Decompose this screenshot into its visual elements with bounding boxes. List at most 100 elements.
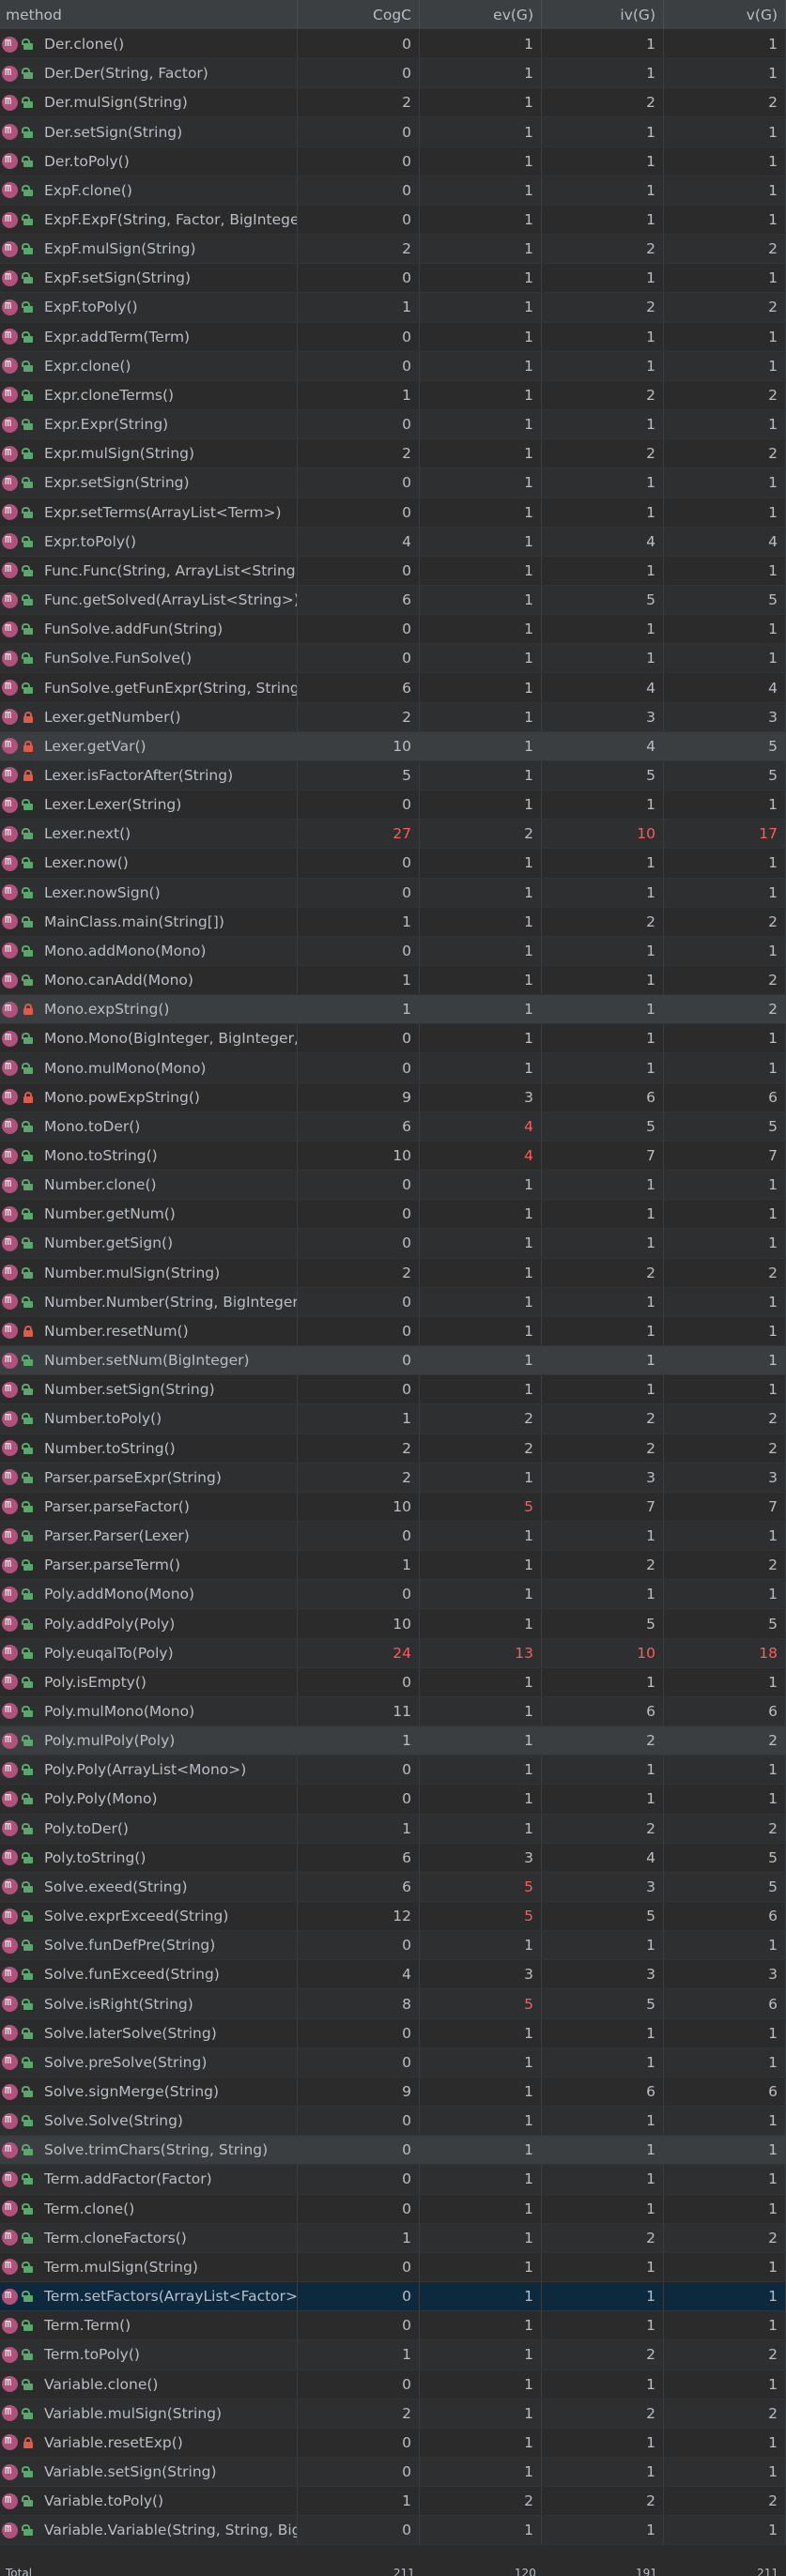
table-row[interactable]: Poly.addPoly(Poly)10155	[0, 1609, 786, 1639]
table-row[interactable]: Solve.Solve(String)0111	[0, 2107, 786, 2137]
table-row[interactable]: Solve.signMerge(String)9166	[0, 2077, 786, 2108]
table-row[interactable]: Expr.mulSign(String)2122	[0, 439, 786, 469]
table-row[interactable]: Term.Term()0111	[0, 2311, 786, 2341]
table-row[interactable]: Lexer.next() 2721017	[0, 820, 786, 850]
method-name: Parser.parseExpr(String)	[44, 1468, 222, 1486]
table-row[interactable]: Poly.toString() 6345	[0, 1843, 786, 1873]
table-row[interactable]: Expr.toPoly()4144	[0, 527, 786, 557]
table-row[interactable]: Lexer.isFactorAfter(String)5155	[0, 760, 786, 791]
table-row[interactable]: Der.Der(String, Factor)0111	[0, 59, 786, 89]
table-row[interactable]: Number.setNum(BigInteger)0111	[0, 1346, 786, 1376]
table-row[interactable]: Parser.parseFactor()10577	[0, 1492, 786, 1522]
table-row[interactable]: Expr.clone()0111	[0, 351, 786, 381]
table-row[interactable]: Parser.Parser(Lexer)0111	[0, 1521, 786, 1552]
table-row[interactable]: Mono.powExpString()9366	[0, 1082, 786, 1112]
table-row[interactable]: Func.Func(String, ArrayList<String>)0111	[0, 556, 786, 586]
table-row[interactable]: Parser.parseExpr(String)2133	[0, 1463, 786, 1493]
table-row[interactable]: Variable.clone()0111	[0, 2369, 786, 2400]
table-row[interactable]: ExpF.ExpF(String, Factor, BigInteger)011…	[0, 205, 786, 236]
table-row[interactable]: Solve.exeed(String)6535	[0, 1872, 786, 1902]
method-icon	[2, 679, 18, 697]
table-row[interactable]: Solve.funExceed(String)4333	[0, 1960, 786, 1990]
table-row[interactable]: Number.getNum()0111	[0, 1200, 786, 1230]
table-row[interactable]: FunSolve.getFunExpr(String, String)6144	[0, 673, 786, 703]
table-row[interactable]: Expr.setTerms(ArrayList<Term>)0111	[0, 498, 786, 528]
table-row[interactable]: Number.toString()2222	[0, 1434, 786, 1464]
table-row[interactable]: Number.toPoly()1222	[0, 1404, 786, 1434]
table-row[interactable]: Term.mulSign(String)0111	[0, 2252, 786, 2283]
table-row[interactable]: Mono.toDer()6455	[0, 1112, 786, 1142]
table-row[interactable]: Poly.isEmpty()0111	[0, 1667, 786, 1697]
table-row[interactable]: Number.clone()0111	[0, 1171, 786, 1201]
table-row[interactable]: Lexer.getNumber()2133	[0, 702, 786, 732]
header-evg[interactable]: ev(G)	[420, 0, 542, 29]
header-method[interactable]: method	[0, 0, 298, 29]
table-row[interactable]: Number.resetNum()0111	[0, 1316, 786, 1347]
table-row[interactable]: Term.addFactor(Factor)0111	[0, 2165, 786, 2195]
table-row[interactable]: Der.clone()0111	[0, 30, 786, 60]
table-row[interactable]: Variable.setSign(String)0111	[0, 2457, 786, 2488]
method-name: Lexer.isFactorAfter(String)	[44, 766, 234, 784]
table-row[interactable]: ExpF.clone()0111	[0, 176, 786, 206]
table-row[interactable]: Der.mulSign(String)2122	[0, 88, 786, 118]
table-row[interactable]: Mono.expString()1112	[0, 995, 786, 1025]
table-row[interactable]: Poly.euqalTo(Poly) 24131018	[0, 1638, 786, 1668]
cogc-cell: 1	[298, 2487, 420, 2516]
table-row[interactable]: Poly.Poly(ArrayList<Mono>)0111	[0, 1756, 786, 1786]
table-row[interactable]: Mono.canAdd(Mono)1112	[0, 966, 786, 996]
header-vg[interactable]: v(G)	[664, 0, 786, 29]
ivg-cell: 1	[542, 1580, 664, 1609]
table-row[interactable]: Poly.mulMono(Mono)11166	[0, 1696, 786, 1727]
table-row[interactable]: Variable.Variable(String, String, BigInt…	[0, 2516, 786, 2546]
table-row[interactable]: ExpF.toPoly()1122	[0, 293, 786, 323]
table-row[interactable]: Variable.toPoly()1222	[0, 2487, 786, 2517]
table-row[interactable]: Solve.isRight(String)8556	[0, 1989, 786, 2019]
table-row[interactable]: Solve.laterSolve(String)0111	[0, 2018, 786, 2048]
table-row[interactable]: FunSolve.FunSolve()0111	[0, 644, 786, 674]
table-row[interactable]: Variable.mulSign(String)2122	[0, 2399, 786, 2429]
table-row[interactable]: Lexer.now()0111	[0, 849, 786, 879]
table-row[interactable]: Number.getSign()0111	[0, 1229, 786, 1259]
table-row[interactable]: Poly.mulPoly(Poly)1122	[0, 1726, 786, 1756]
table-row[interactable]: Der.toPoly()0111	[0, 146, 786, 176]
evg-cell: 1	[420, 702, 542, 731]
table-row[interactable]: ExpF.setSign(String)0111	[0, 264, 786, 294]
table-row[interactable]: Parser.parseTerm()1122	[0, 1551, 786, 1581]
table-row[interactable]: Variable.resetExp()0111	[0, 2428, 786, 2458]
table-row[interactable]: Term.clone()0111	[0, 2194, 786, 2224]
header-cogc[interactable]: CogC	[298, 0, 420, 29]
table-row[interactable]: Expr.addTerm(Term)0111	[0, 322, 786, 352]
table-row[interactable]: Lexer.Lexer(String)0111	[0, 790, 786, 820]
table-row[interactable]: Lexer.getVar() 10145	[0, 731, 786, 761]
table-row[interactable]: Lexer.nowSign()0111	[0, 878, 786, 908]
table-row[interactable]: Der.setSign(String)0111	[0, 117, 786, 147]
table-row[interactable]: Term.toPoly()1122	[0, 2340, 786, 2370]
table-row[interactable]: MainClass.main(String[])1122	[0, 907, 786, 937]
table-row[interactable]: Poly.toDer()1122	[0, 1814, 786, 1844]
table-row[interactable]: Number.mulSign(String)2122	[0, 1258, 786, 1288]
table-row[interactable]: Mono.Mono(BigInteger, BigInteger, BigInt…	[0, 1024, 786, 1054]
table-row[interactable]: Expr.setSign(String)0111	[0, 468, 786, 498]
table-row[interactable]: Number.setSign(String)0111	[0, 1375, 786, 1405]
table-row[interactable]: Term.setFactors(ArrayList<Factor>)0111	[0, 2282, 786, 2312]
evg-cell: 1	[420, 351, 542, 380]
table-row[interactable]: Poly.addMono(Mono)0111	[0, 1580, 786, 1610]
table-row[interactable]: Expr.Expr(String)0111	[0, 410, 786, 440]
table-row[interactable]: Mono.toString()10477	[0, 1141, 786, 1172]
header-ivg[interactable]: iv(G)	[542, 0, 664, 29]
table-row[interactable]: Number.Number(String, BigInteger)0111	[0, 1287, 786, 1317]
table-row[interactable]: ExpF.mulSign(String)2122	[0, 235, 786, 265]
table-row[interactable]: Solve.funDefPre(String)0111	[0, 1931, 786, 1961]
table-row[interactable]: Term.cloneFactors()1122	[0, 2223, 786, 2253]
method-icon	[2, 1030, 18, 1047]
table-row[interactable]: Solve.trimChars(String, String)0111	[0, 2136, 786, 2166]
table-row[interactable]: Solve.preSolve(String)0111	[0, 2047, 786, 2078]
table-row[interactable]: Solve.exprExceed(String)12556	[0, 1902, 786, 1932]
table-row[interactable]: Mono.mulMono(Mono)0111	[0, 1053, 786, 1083]
table-row[interactable]: FunSolve.addFun(String)0111	[0, 615, 786, 645]
table-row[interactable]: Poly.Poly(Mono)0111	[0, 1785, 786, 1815]
private-lock-icon	[22, 1325, 35, 1338]
table-row[interactable]: Expr.cloneTerms()1122	[0, 380, 786, 411]
table-row[interactable]: Mono.addMono(Mono)0111	[0, 936, 786, 966]
table-row[interactable]: Func.getSolved(ArrayList<String>)6155	[0, 585, 786, 616]
